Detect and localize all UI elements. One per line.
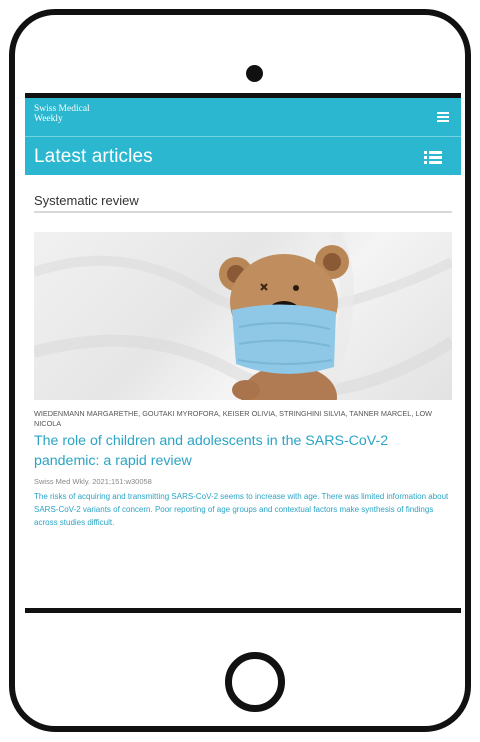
brand-line-2: Weekly bbox=[34, 114, 63, 124]
article-authors: WIEDENMANN MARGARETHE, GOUTAKI MYROFORA,… bbox=[34, 409, 433, 428]
page-header: Latest articles bbox=[25, 137, 461, 175]
top-bar: Swiss Medical Weekly bbox=[25, 98, 461, 137]
brand-logo[interactable]: Swiss Medical Weekly bbox=[34, 104, 90, 124]
home-button[interactable] bbox=[225, 652, 285, 712]
article-abstract[interactable]: The risks of acquiring and transmitting … bbox=[34, 490, 452, 529]
article-citation: Swiss Med Wkly. 2021;151:w30058 bbox=[34, 477, 152, 486]
phone-screen: Swiss Medical Weekly Latest articles Sys… bbox=[25, 93, 461, 613]
list-view-icon[interactable] bbox=[424, 151, 442, 164]
camera-dot bbox=[246, 65, 263, 82]
article-title-link[interactable]: The role of children and adolescents in … bbox=[34, 431, 452, 471]
page-title: Latest articles bbox=[34, 146, 153, 167]
hamburger-menu-icon[interactable] bbox=[437, 112, 449, 122]
brand-line-1: Swiss Medical bbox=[34, 104, 90, 114]
article-image[interactable] bbox=[34, 232, 452, 400]
section-heading: Systematic review bbox=[34, 193, 452, 213]
